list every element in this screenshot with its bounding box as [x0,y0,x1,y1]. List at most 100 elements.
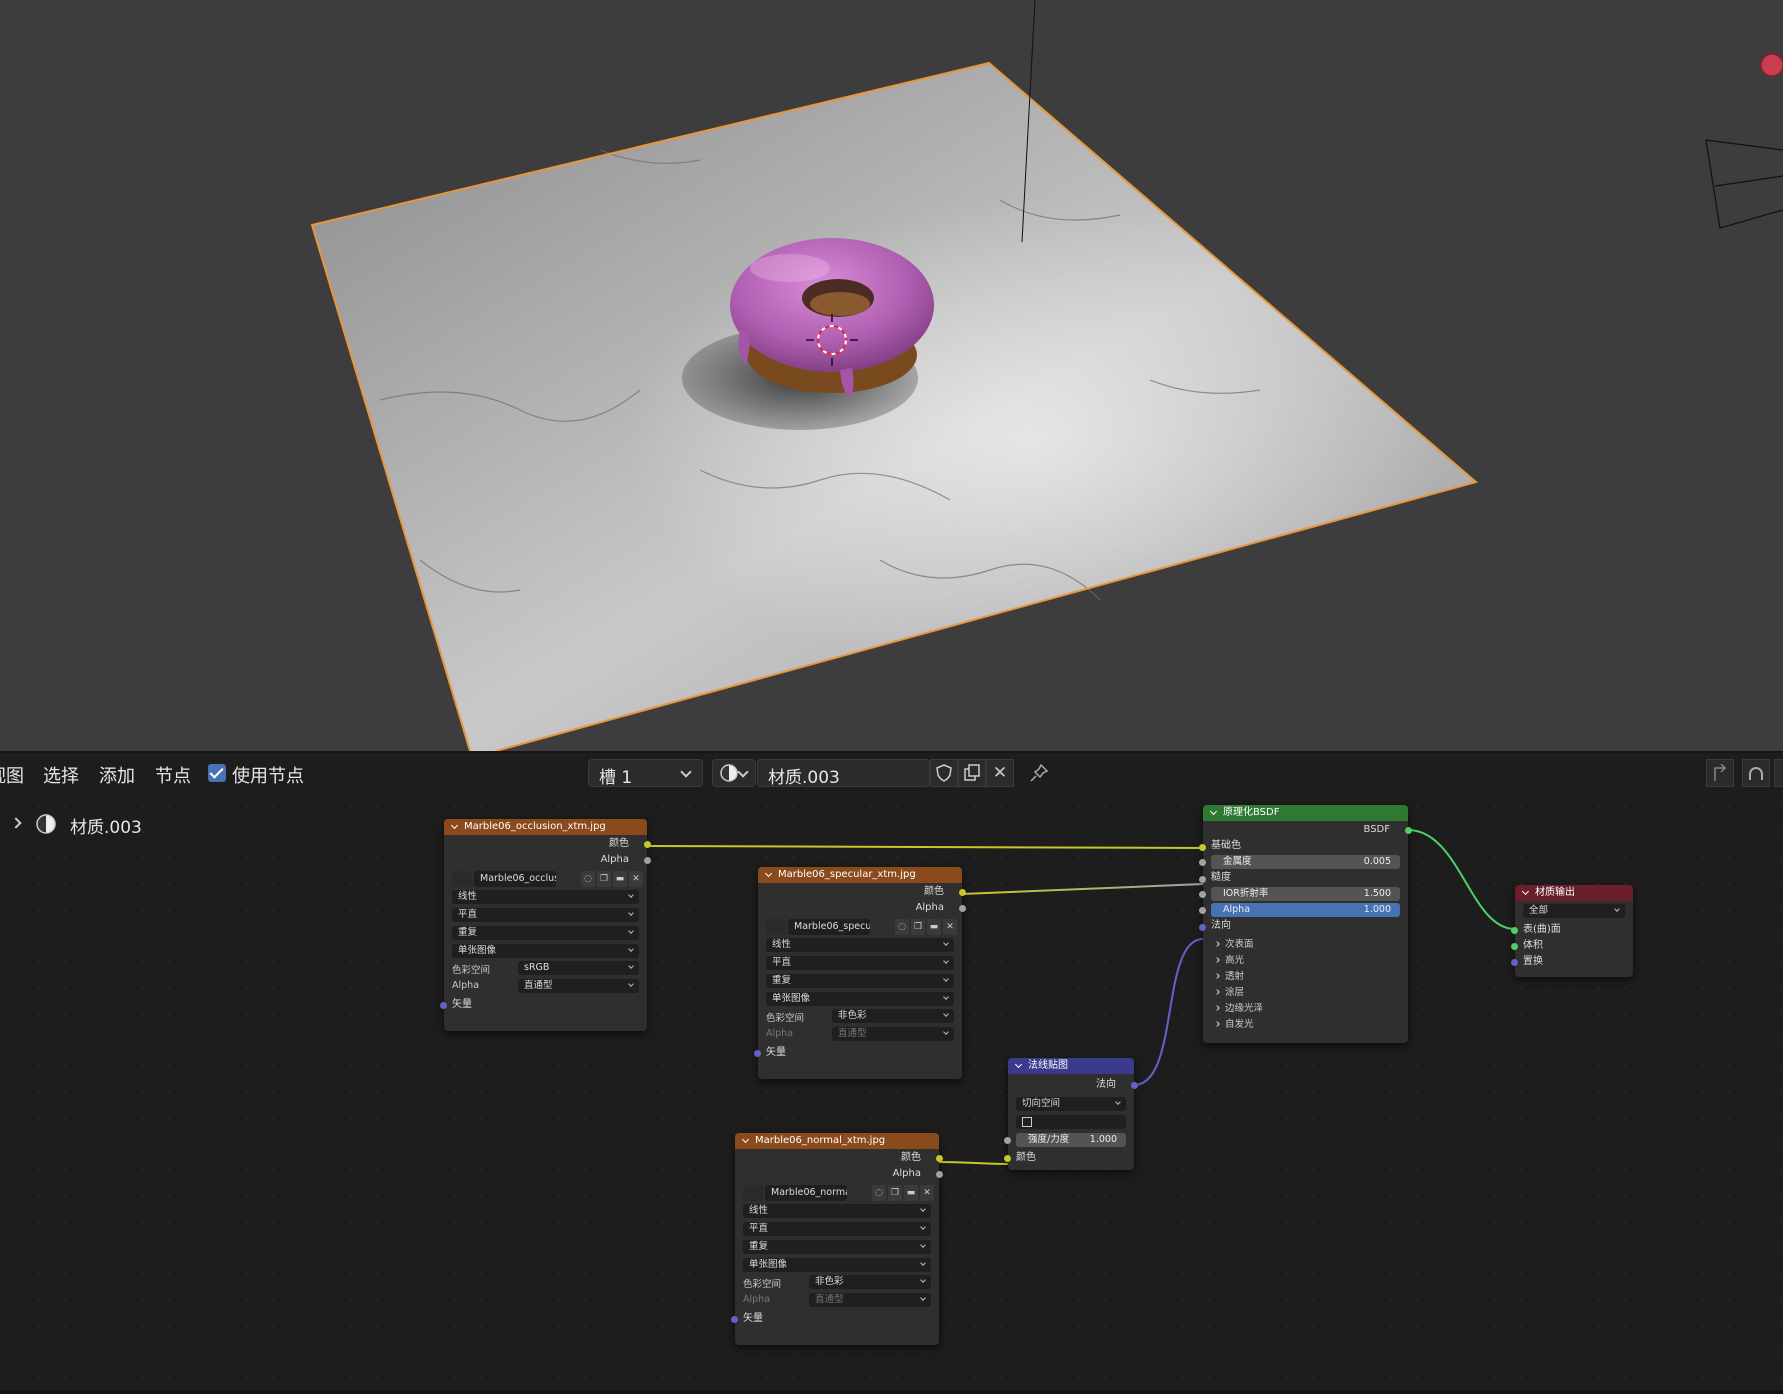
close-icon[interactable]: ✕ [629,871,643,887]
folder-icon[interactable]: ▬ [904,1185,918,1201]
node-header[interactable]: 法线贴图 [1008,1058,1134,1074]
node-normal-map[interactable]: 法线贴图 法向 切向空间 强度/力度 1.000 颜色 [1004,1058,1138,1170]
menu-node[interactable]: 节点 [155,762,191,788]
menu-add[interactable]: 添加 [99,762,135,788]
interpolation-select[interactable]: 线性 [766,938,954,952]
panel-subsurface[interactable]: 次表面 [1215,936,1254,950]
fake-user-button[interactable] [930,759,958,787]
socket-input-color[interactable] [1004,1155,1011,1162]
image-name[interactable]: Marble06_occlusi... [474,871,556,887]
ior-slider[interactable]: IOR折射率 1.500 [1211,887,1400,901]
image-browse-icon[interactable] [452,871,472,887]
folder-icon[interactable]: ▬ [613,871,627,887]
socket-output-alpha[interactable] [959,905,966,912]
extension-select[interactable]: 重复 [766,974,954,988]
snap-options-button[interactable] [1774,759,1783,787]
node-image-normal[interactable]: Marble06_normal_xtm.jpg 颜色 Alpha Marble0… [731,1133,943,1345]
node-header[interactable]: 材质输出 [1515,885,1633,901]
image-selector[interactable]: Marble06_occlusi... ◌ ❐ ▬ ✕ [452,871,643,887]
extension-select[interactable]: 重复 [743,1240,931,1254]
image-name[interactable]: Marble06_normal... [765,1185,847,1201]
source-select[interactable]: 单张图像 [452,944,639,958]
socket-input-volume[interactable] [1511,943,1518,950]
socket-input-ior[interactable] [1199,891,1206,898]
socket-input-vector[interactable] [731,1316,738,1323]
shield-icon[interactable]: ◌ [895,919,909,935]
socket-input-base-color[interactable] [1199,844,1206,851]
node-editor-canvas[interactable]: 材质.003 Marble06_occlusion_xtm.jpg 颜色 Alp… [0,793,1783,1394]
socket-input-vector[interactable] [440,1002,447,1009]
interpolation-select[interactable]: 线性 [743,1204,931,1218]
target-select[interactable]: 全部 [1523,904,1625,918]
parent-node-tree-button[interactable] [1706,759,1734,787]
socket-output-color[interactable] [936,1155,943,1162]
socket-input-alpha[interactable] [1199,907,1206,914]
shield-icon[interactable]: ◌ [581,871,595,887]
source-select[interactable]: 单张图像 [766,992,954,1006]
pin-button[interactable] [1025,759,1053,787]
node-header[interactable]: Marble06_normal_xtm.jpg [735,1133,939,1149]
3d-viewport[interactable] [0,0,1783,751]
material-name-field[interactable]: 材质.003 [757,759,930,788]
projection-select[interactable]: 平直 [766,956,954,970]
socket-input-strength[interactable] [1004,1137,1011,1144]
menu-view[interactable]: 视图 [0,762,24,788]
copy-icon[interactable]: ❐ [911,919,925,935]
copy-icon[interactable]: ❐ [888,1185,902,1201]
image-browse-icon[interactable] [743,1185,763,1201]
socket-input-surface[interactable] [1511,927,1518,934]
image-browse-icon[interactable] [766,919,786,935]
snap-button[interactable] [1742,759,1770,787]
slot-dropdown[interactable]: 槽 1 [588,759,703,788]
node-material-output[interactable]: 材质输出 全部 表(曲)面 体积 置换 [1511,885,1633,977]
alpha-slider[interactable]: Alpha 1.000 [1211,903,1400,917]
space-select[interactable]: 切向空间 [1016,1097,1126,1111]
projection-select[interactable]: 平直 [452,908,639,922]
node-header[interactable]: Marble06_occlusion_xtm.jpg [444,819,647,835]
strength-slider[interactable]: 强度/力度 1.000 [1016,1133,1126,1147]
uv-map-field[interactable] [1016,1115,1126,1129]
alpha-mode-select[interactable]: 直通型 [518,979,639,993]
socket-input-vector[interactable] [754,1050,761,1057]
panel-sheen[interactable]: 边缘光泽 [1215,1000,1263,1014]
panel-emission[interactable]: 自发光 [1215,1016,1254,1030]
duplicate-material-button[interactable] [958,759,986,787]
node-header[interactable]: 原理化BSDF [1203,805,1408,821]
metallic-slider[interactable]: 金属度 0.005 [1211,855,1400,869]
socket-output-normal[interactable] [1131,1082,1138,1089]
use-nodes-checkbox[interactable] [208,764,226,782]
socket-input-normal[interactable] [1199,924,1206,931]
folder-icon[interactable]: ▬ [927,919,941,935]
image-name[interactable]: Marble06_specul... [788,919,870,935]
socket-input-displacement[interactable] [1511,959,1518,966]
socket-output-color[interactable] [959,889,966,896]
panel-coat[interactable]: 涂层 [1215,984,1244,998]
colorspace-select[interactable]: 非色彩 [809,1275,931,1289]
close-icon[interactable]: ✕ [920,1185,934,1201]
shield-icon[interactable]: ◌ [872,1185,886,1201]
menu-select[interactable]: 选择 [43,762,79,788]
material-browse-button[interactable] [712,759,756,787]
socket-output-color[interactable] [644,841,651,848]
socket-output-alpha[interactable] [936,1171,943,1178]
socket-output-bsdf[interactable] [1405,827,1412,834]
panel-transmission[interactable]: 透射 [1215,968,1244,982]
unlink-material-button[interactable]: ✕ [986,759,1014,787]
image-selector[interactable]: Marble06_specul... ◌ ❐ ▬ ✕ [766,919,957,935]
image-selector[interactable]: Marble06_normal... ◌ ❐ ▬ ✕ [743,1185,934,1201]
copy-icon[interactable]: ❐ [597,871,611,887]
interpolation-select[interactable]: 线性 [452,890,639,904]
socket-input-metallic[interactable] [1199,859,1206,866]
colorspace-select[interactable]: 非色彩 [832,1009,954,1023]
node-image-specular[interactable]: Marble06_specular_xtm.jpg 颜色 Alpha Marbl… [754,867,966,1079]
node-header[interactable]: Marble06_specular_xtm.jpg [758,867,962,883]
node-image-occlusion[interactable]: Marble06_occlusion_xtm.jpg 颜色 Alpha Marb… [440,819,651,1031]
node-principled-bsdf[interactable]: 原理化BSDF BSDF 基础色 金属度 0.005 糙度 IOR折射率 1.5… [1199,805,1412,1043]
projection-select[interactable]: 平直 [743,1222,931,1236]
socket-output-alpha[interactable] [644,857,651,864]
source-select[interactable]: 单张图像 [743,1258,931,1272]
colorspace-select[interactable]: sRGB [518,961,639,975]
extension-select[interactable]: 重复 [452,926,639,940]
close-icon[interactable]: ✕ [943,919,957,935]
socket-input-roughness[interactable] [1199,876,1206,883]
